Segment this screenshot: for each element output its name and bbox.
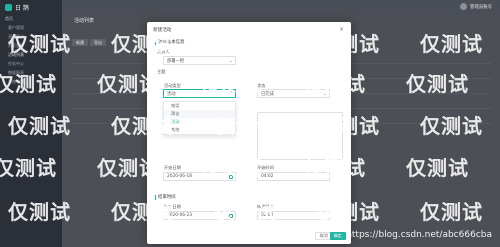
- status-select[interactable]: 已完成 ⌄: [257, 89, 330, 98]
- calendar-icon: [229, 175, 233, 179]
- owner-label: 负责人: [157, 49, 170, 54]
- type-dropdown-menu: 电话 拜访 活动 其他: [163, 101, 236, 135]
- sidebar-item-activities[interactable]: 活动列表: [0, 50, 62, 59]
- end-time-label: 结束时间: [257, 204, 274, 209]
- sidebar-item-clues[interactable]: 线索管理: [0, 41, 62, 50]
- sidebar-item-home[interactable]: 首页: [0, 14, 62, 23]
- type-value: 活动: [167, 91, 176, 97]
- start-date-value: 2020-06-18: [167, 174, 192, 179]
- sidebar-item-tasks[interactable]: 任务中心: [0, 59, 62, 68]
- chevron-down-icon: ⌄: [322, 91, 327, 97]
- close-icon[interactable]: ×: [339, 26, 344, 33]
- app-logo[interactable]: 日 鹊: [0, 0, 62, 14]
- chevron-down-icon: ⌄: [228, 58, 233, 64]
- sidebar-item-reports[interactable]: 数据报表: [0, 68, 62, 77]
- section-accent-bar: [155, 194, 156, 200]
- section-basic-info: 活动基本信息: [155, 39, 184, 45]
- export-button[interactable]: 导出: [90, 39, 106, 46]
- description-textarea[interactable]: [257, 112, 343, 160]
- logo-text: 日 鹊: [15, 4, 29, 12]
- section-accent-bar: [155, 39, 156, 45]
- start-date-label: 开始日期: [164, 165, 181, 170]
- theme-label: 主题: [157, 69, 166, 74]
- end-date-value: 2020-06-23: [167, 213, 192, 218]
- page-title: 活动列表: [74, 18, 95, 24]
- type-option-phone[interactable]: 电话: [164, 102, 235, 110]
- chevron-up-icon: ⌃: [228, 91, 233, 97]
- start-time-label: 开始时间: [257, 165, 274, 170]
- owner-select[interactable]: 部署一把 ⌄: [163, 56, 236, 65]
- section-basic-info-label: 活动基本信息: [158, 40, 185, 45]
- type-option-activity[interactable]: 活动: [164, 118, 235, 126]
- avatar: [460, 3, 468, 10]
- confirm-button[interactable]: 确定: [329, 232, 346, 240]
- section-end-time-label: 结束时间: [158, 195, 176, 200]
- sidebar-item-leads[interactable]: 潜在客户: [0, 32, 62, 41]
- type-option-visit[interactable]: 拜访: [164, 110, 235, 118]
- watermark-url: https://blog.csdn.net/abc666cba: [346, 230, 492, 240]
- owner-value: 部署一把: [167, 58, 185, 64]
- sidebar: 日 鹊 首页 客户管理 潜在客户 线索管理 活动列表 任务中心 数据报表 系统设…: [0, 0, 62, 247]
- section-end-time: 结束时间: [155, 194, 176, 200]
- user-menu[interactable]: 管理员账号: [460, 3, 492, 10]
- type-option-other[interactable]: 其他: [164, 126, 235, 134]
- sidebar-item-customers[interactable]: 客户管理: [0, 23, 62, 32]
- status-value: 已完成: [261, 91, 274, 97]
- end-time-value: 02:00: [261, 213, 274, 218]
- user-name: 管理员账号: [470, 4, 492, 10]
- end-date-picker[interactable]: 2020-06-23: [163, 211, 236, 220]
- create-activity-modal: 新建活动 × 活动基本信息 负责人 部署一把 ⌄ 主题 活动类型 活动 ⌃ 状态…: [147, 22, 351, 244]
- start-time-picker[interactable]: 04:02: [257, 172, 330, 181]
- sidebar-item-settings[interactable]: 系统设置: [0, 77, 62, 86]
- logo-icon: [5, 3, 12, 11]
- top-bar: 管理员账号: [62, 0, 500, 14]
- new-button[interactable]: 新建: [72, 39, 88, 46]
- start-time-value: 04:02: [261, 174, 274, 179]
- start-date-picker[interactable]: 2020-06-18: [163, 172, 236, 181]
- end-time-picker[interactable]: 02:00: [257, 211, 330, 220]
- calendar-icon: [229, 214, 233, 218]
- modal-title: 新建活动: [153, 28, 172, 33]
- end-date-label: 结束日期: [164, 204, 181, 209]
- type-select[interactable]: 活动 ⌃: [163, 89, 236, 98]
